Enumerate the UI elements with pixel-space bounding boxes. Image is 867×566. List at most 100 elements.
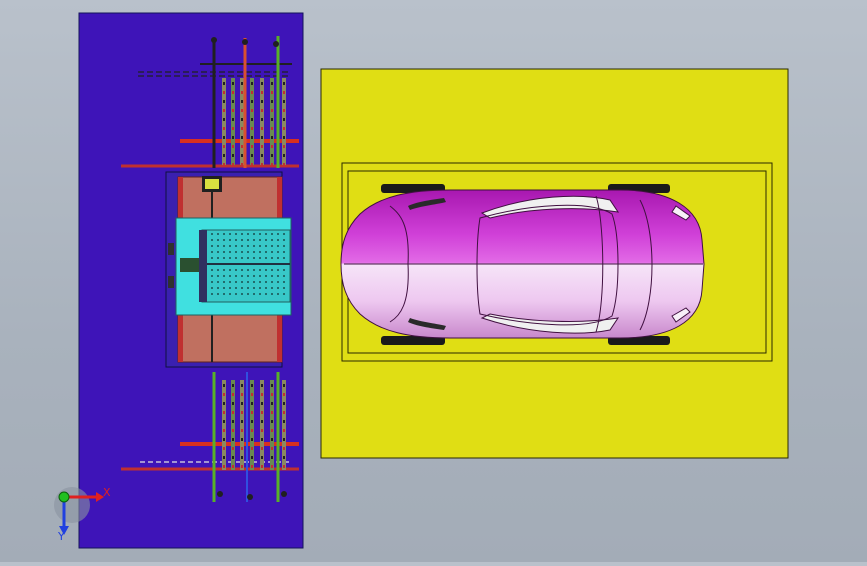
comb-pin <box>235 269 237 271</box>
comb-pin <box>223 251 225 253</box>
rack-slat-mark <box>241 393 243 396</box>
comb-pin <box>259 245 261 247</box>
rack-slat-mark <box>232 393 234 396</box>
rack-slat-mark <box>241 136 243 139</box>
rack-slat-mark <box>261 420 263 423</box>
rack-slat-mark <box>241 420 243 423</box>
comb-pin <box>247 245 249 247</box>
comb-pin <box>283 281 285 283</box>
comb-pin <box>235 251 237 253</box>
rack-slat-mark <box>251 438 253 441</box>
comb-pin <box>241 251 243 253</box>
rack-slat-mark <box>283 100 285 103</box>
rack-slat-mark <box>232 447 234 450</box>
comb-pin <box>259 287 261 289</box>
rack-slat-mark <box>232 420 234 423</box>
rack-slat-mark <box>271 393 273 396</box>
rack-slat-mark <box>251 154 253 157</box>
rack-slat-mark <box>241 154 243 157</box>
comb-pin <box>253 269 255 271</box>
comb-pin <box>235 239 237 241</box>
comb-pin <box>211 239 213 241</box>
rack-slat-mark <box>241 163 243 166</box>
model-scene[interactable] <box>0 0 867 562</box>
rack-slat-mark <box>223 145 225 148</box>
rack-slat-mark <box>271 420 273 423</box>
comb-pin <box>277 269 279 271</box>
rack-slat-mark <box>251 100 253 103</box>
rack-slat-mark <box>261 154 263 157</box>
rack-slat-mark <box>241 465 243 468</box>
comb-pin <box>271 293 273 295</box>
rack-slat-mark <box>271 118 273 121</box>
comb-pin <box>217 287 219 289</box>
comb-pin <box>253 287 255 289</box>
comb-pin <box>211 275 213 277</box>
comb-pin <box>277 239 279 241</box>
comb-pin <box>229 275 231 277</box>
rack-slat-mark <box>241 82 243 85</box>
car-panel[interactable] <box>320 68 789 459</box>
comb-pin <box>265 275 267 277</box>
comb-pin <box>265 287 267 289</box>
comb-pin <box>247 275 249 277</box>
comb-pin <box>223 239 225 241</box>
rack-slat-mark <box>232 154 234 157</box>
comb-pin <box>211 269 213 271</box>
comb-pin <box>253 233 255 235</box>
comb-pin <box>277 251 279 253</box>
rack-slat-mark <box>232 91 234 94</box>
rack-slat-mark <box>261 145 263 148</box>
cad-viewport[interactable]: X Y <box>0 0 867 562</box>
comb-pin <box>211 245 213 247</box>
rack-slat-mark <box>283 82 285 85</box>
comb-pin <box>265 239 267 241</box>
rack-slat-mark <box>223 438 225 441</box>
machine-panel[interactable] <box>78 12 304 549</box>
rack-slat-mark <box>283 154 285 157</box>
rack-slat-mark <box>261 393 263 396</box>
comb-pin <box>259 257 261 259</box>
rack-slat-mark <box>241 145 243 148</box>
comb-pin <box>283 257 285 259</box>
rack-slat-mark <box>251 82 253 85</box>
rack-slat-mark <box>271 429 273 432</box>
comb-pin <box>211 293 213 295</box>
comb-pin <box>229 287 231 289</box>
rack-slat-mark <box>283 420 285 423</box>
comb-pin <box>271 287 273 289</box>
rack-slat-mark <box>223 109 225 112</box>
comb-pin <box>277 257 279 259</box>
rack-slat-mark <box>251 465 253 468</box>
rack-slat-mark <box>232 109 234 112</box>
comb-pin <box>241 287 243 289</box>
rack-slat-mark <box>232 100 234 103</box>
rack-slat-mark <box>251 163 253 166</box>
comb-pin <box>217 251 219 253</box>
comb-pin <box>253 239 255 241</box>
rack-slat-mark <box>261 82 263 85</box>
comb-pin <box>217 269 219 271</box>
car-model[interactable] <box>340 184 705 345</box>
comb-pin <box>253 251 255 253</box>
rack-slat-mark <box>261 136 263 139</box>
rack-slat-mark <box>271 465 273 468</box>
comb-pin <box>283 293 285 295</box>
rack-slat-mark <box>283 438 285 441</box>
rack-slat-mark <box>271 411 273 414</box>
rack-slat-mark <box>251 118 253 121</box>
comb-pin <box>253 293 255 295</box>
comb-pin <box>235 245 237 247</box>
comb-pin <box>217 275 219 277</box>
rack-slat-mark <box>261 109 263 112</box>
rack-slat-mark <box>232 127 234 130</box>
rack-slat-mark <box>241 118 243 121</box>
trolley-assembly[interactable] <box>165 171 292 368</box>
rack-slat-mark <box>223 402 225 405</box>
rack-slat-mark <box>271 456 273 459</box>
rack-slat-mark <box>251 393 253 396</box>
comb-pin <box>259 281 261 283</box>
rack-slat-mark <box>261 100 263 103</box>
rack-slat-mark <box>241 109 243 112</box>
rack-slat-mark <box>223 91 225 94</box>
